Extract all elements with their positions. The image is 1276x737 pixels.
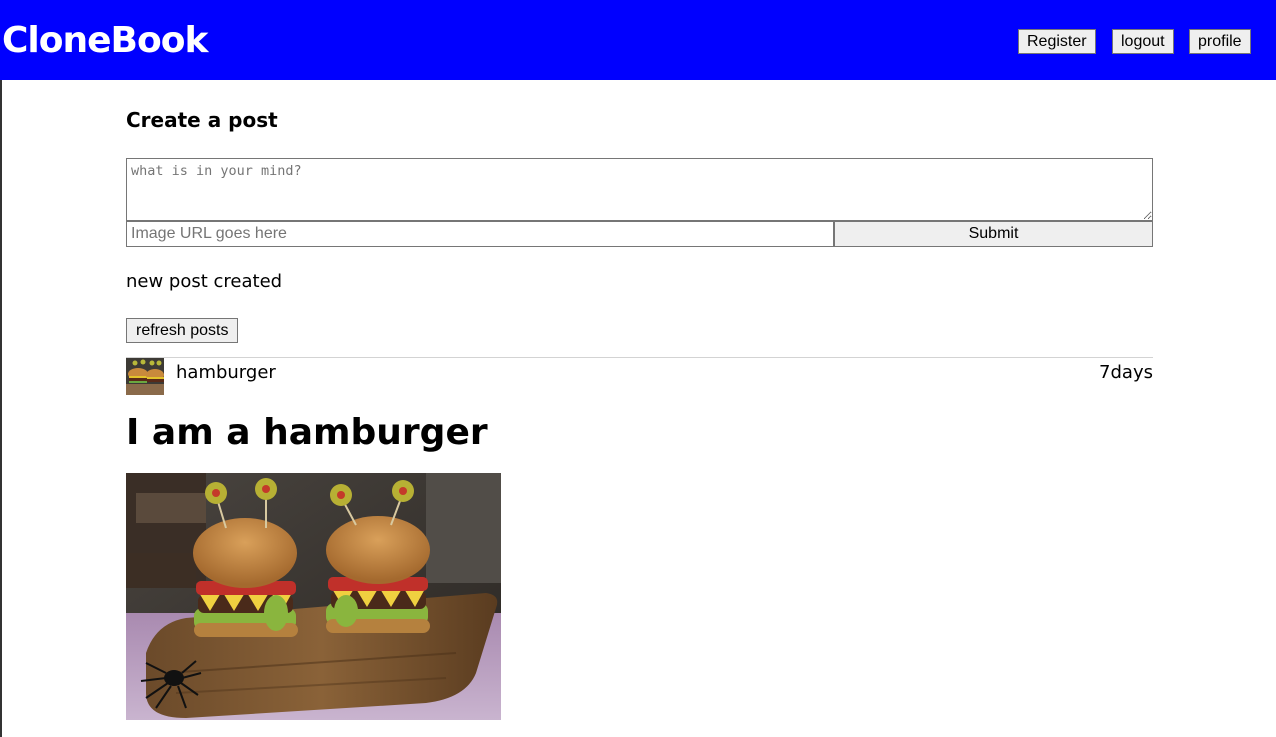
submit-button[interactable]: Submit (834, 221, 1153, 247)
post-username[interactable]: hamburger (176, 362, 276, 383)
post-title: I am a hamburger (126, 412, 488, 453)
hamburger-photo-icon (126, 473, 501, 720)
post-timestamp: 7days (1099, 362, 1153, 383)
logout-button[interactable]: logout (1112, 29, 1174, 54)
image-url-input[interactable] (126, 221, 834, 247)
create-post-heading: Create a post (126, 108, 278, 132)
top-header: CloneBook Register logout profile (0, 0, 1276, 80)
brand-logo[interactable]: CloneBook (2, 18, 208, 64)
status-message: new post created (126, 271, 283, 292)
user-avatar[interactable] (126, 358, 164, 395)
post-text-input[interactable] (126, 158, 1153, 221)
refresh-posts-button[interactable]: refresh posts (126, 318, 239, 343)
hamburger-avatar-icon (126, 358, 164, 395)
post-divider (126, 357, 1153, 358)
window-edge (0, 80, 2, 737)
post-image (126, 473, 501, 720)
profile-button[interactable]: profile (1189, 29, 1251, 54)
register-button[interactable]: Register (1018, 29, 1096, 54)
